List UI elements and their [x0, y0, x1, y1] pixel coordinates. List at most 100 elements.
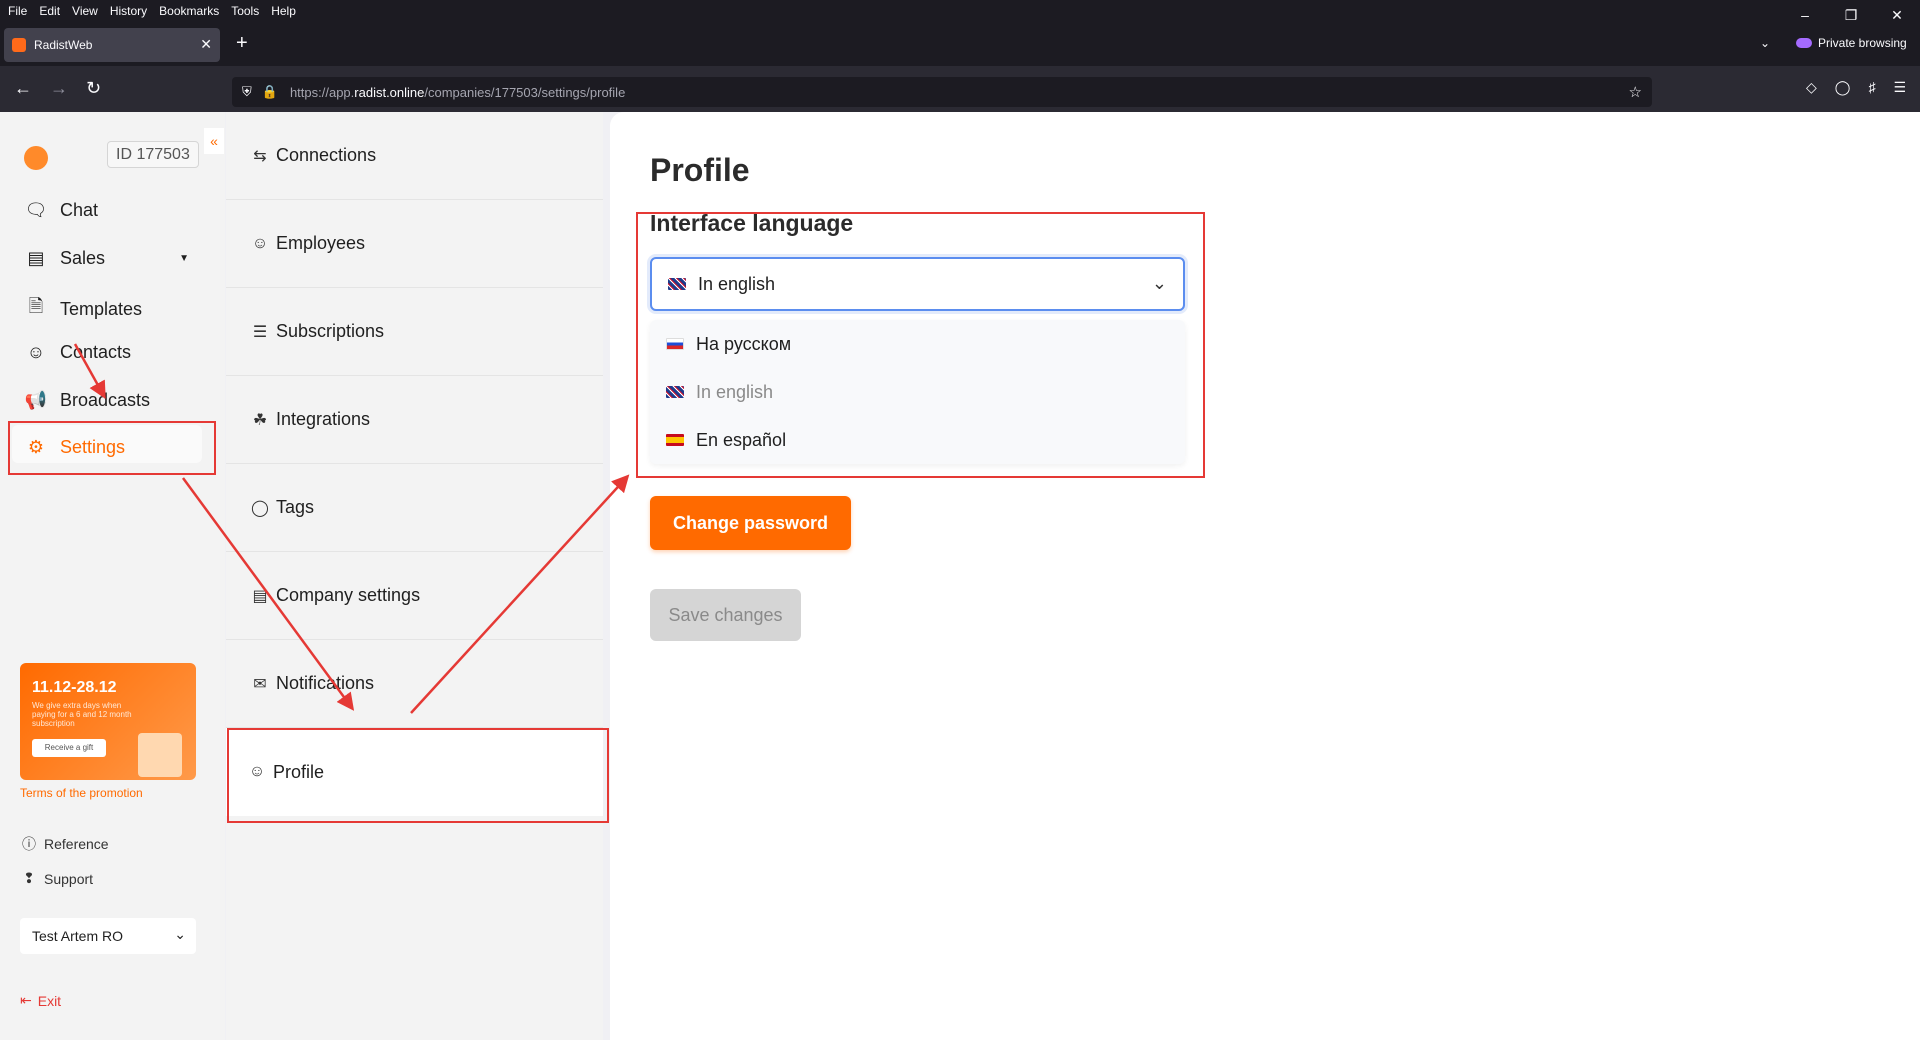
language-select[interactable]: In english ⌄: [650, 257, 1185, 311]
language-option-es[interactable]: En español: [650, 416, 1185, 464]
settings-item-notifications[interactable]: ✉ Notifications: [226, 640, 603, 728]
caret-down-icon[interactable]: ▼: [179, 253, 189, 264]
support-label: Support: [44, 870, 94, 887]
sidebar-item-label: Templates: [60, 298, 143, 319]
sidebar-item-chat[interactable]: 🗨 Chat: [24, 200, 98, 221]
settings-item-label: Integrations: [276, 409, 371, 429]
reload-icon[interactable]: ↻: [86, 78, 101, 99]
megaphone-icon: 📢: [24, 390, 48, 410]
promo-date: 11.12-28.12: [32, 679, 117, 696]
language-dropdown: На русском In english En español: [650, 320, 1185, 464]
language-option-label: На русском: [696, 333, 792, 354]
chevron-down-icon: ⌄: [1151, 273, 1167, 293]
url-path: /companies/177503/settings/profile: [424, 84, 626, 100]
url-text: https://app.radist.online/companies/1775…: [290, 85, 625, 100]
language-option-en[interactable]: In english: [650, 368, 1185, 416]
page-title: Profile: [650, 152, 750, 188]
interface-language-label: Interface language: [650, 210, 854, 236]
toolbar-icons: ◇ ◯ ♯ ☰: [1806, 79, 1906, 96]
language-option-ru[interactable]: На русском: [650, 320, 1185, 368]
sidebar-item-label: Settings: [60, 437, 126, 457]
lock-icon[interactable]: 🔒: [262, 84, 278, 100]
extensions-icon[interactable]: ♯: [1868, 79, 1875, 96]
app-logo[interactable]: [24, 146, 48, 170]
collapse-sidebar-icon[interactable]: «: [204, 128, 224, 154]
app-sidebar: ID 177503 « 🗨 Chat ▤ Sales ▼ 🗎 Templates…: [0, 112, 225, 1040]
menu-bookmarks[interactable]: Bookmarks: [159, 4, 219, 18]
shield-icon[interactable]: ⛨: [242, 84, 252, 100]
private-mask-icon: [1796, 38, 1812, 48]
private-browsing-label: Private browsing: [1818, 36, 1907, 50]
promo-banner[interactable]: 11.12-28.12 We give extra days when payi…: [20, 663, 196, 780]
briefcase-icon: ▤: [252, 587, 268, 605]
es-flag-icon: [666, 434, 684, 446]
users-icon: ☺: [251, 234, 269, 252]
language-select-value: In english: [698, 273, 776, 294]
subscriptions-icon: ☰: [252, 323, 268, 341]
sidebar-item-label: Contacts: [60, 342, 132, 362]
settings-item-label: Employees: [276, 233, 366, 253]
settings-item-profile[interactable]: ☺ Profile: [226, 728, 603, 816]
bookmark-star-icon[interactable]: ☆: [1629, 83, 1642, 101]
profile-icon: ☺: [248, 763, 266, 780]
url-bar[interactable]: ⛨ 🔒 https://app.radist.online/companies/…: [232, 77, 1652, 107]
settings-item-connections[interactable]: ⇆ Connections: [226, 112, 603, 200]
save-changes-button[interactable]: Save changes: [650, 589, 801, 641]
settings-item-subscriptions[interactable]: ☰ Subscriptions: [226, 288, 603, 376]
sidebar-item-label: Chat: [60, 200, 99, 220]
receive-gift-button[interactable]: Receive a gift: [32, 739, 106, 757]
settings-item-tags[interactable]: ◯ Tags: [226, 464, 603, 552]
settings-item-employees[interactable]: ☺ Employees: [226, 200, 603, 288]
reference-link[interactable]: ⓘ Reference: [20, 834, 109, 854]
settings-item-label: Notifications: [276, 673, 375, 693]
settings-item-label: Profile: [273, 761, 325, 782]
app-menu-icon[interactable]: ☰: [1893, 79, 1906, 96]
document-icon: 🗎: [28, 296, 44, 316]
settings-item-company-settings[interactable]: ▤ Company settings: [226, 552, 603, 640]
mail-icon: ✉: [253, 675, 267, 693]
new-tab-icon[interactable]: +: [236, 32, 248, 55]
settings-item-label: Tags: [276, 497, 315, 517]
lifebuoy-icon: ❢: [23, 870, 35, 886]
settings-item-label: Connections: [276, 145, 377, 165]
menu-edit[interactable]: Edit: [39, 4, 60, 18]
menu-help[interactable]: Help: [271, 4, 296, 18]
browser-tab[interactable]: RadistWeb ✕: [4, 28, 220, 62]
promo-text: We give extra days when paying for a 6 a…: [32, 701, 132, 728]
tab-bar: RadistWeb ✕ + ⌄ Private browsing: [0, 22, 1920, 66]
sidebar-item-settings[interactable]: ⚙ Settings: [24, 437, 125, 458]
user-selector[interactable]: Test Artem RO ⌄: [20, 918, 196, 954]
favicon-icon: [12, 38, 26, 52]
tab-title: RadistWeb: [34, 38, 93, 52]
store-icon: ▤: [27, 248, 45, 268]
settings-item-label: Company settings: [276, 585, 421, 605]
tag-icon: ◯: [251, 499, 269, 517]
menu-view[interactable]: View: [72, 4, 98, 18]
sidebar-item-label: Sales: [60, 248, 106, 268]
info-icon: ⓘ: [22, 836, 36, 852]
promo-terms-link[interactable]: Terms of the promotion: [20, 786, 143, 800]
menu-tools[interactable]: Tools: [231, 4, 259, 18]
sidebar-item-templates[interactable]: 🗎 Templates: [24, 294, 142, 324]
swap-icon: ⇆: [253, 147, 267, 165]
chat-icon: 🗨: [24, 200, 48, 220]
pocket-icon[interactable]: ◇: [1806, 79, 1817, 96]
sidebar-item-sales[interactable]: ▤ Sales ▼: [24, 248, 189, 269]
change-password-button[interactable]: Change password: [650, 496, 851, 550]
account-icon[interactable]: ◯: [1835, 79, 1851, 96]
tab-list-chevron-icon[interactable]: ⌄: [1760, 36, 1770, 50]
back-icon[interactable]: ←: [14, 78, 32, 99]
support-link[interactable]: ❢ Support: [20, 870, 93, 887]
forward-icon[interactable]: →: [50, 78, 68, 99]
menu-history[interactable]: History: [110, 4, 147, 18]
close-tab-icon[interactable]: ✕: [200, 36, 212, 53]
settings-item-integrations[interactable]: ☘ Integrations: [226, 376, 603, 464]
exit-icon: ⇤: [20, 992, 32, 1008]
sidebar-item-contacts[interactable]: ☺ Contacts: [24, 342, 131, 363]
sidebar-item-label: Broadcasts: [60, 390, 151, 410]
menu-file[interactable]: File: [8, 4, 27, 18]
language-option-label: In english: [696, 381, 774, 402]
sidebar-item-broadcasts[interactable]: 📢 Broadcasts: [24, 390, 150, 411]
browser-menubar: File Edit View History Bookmarks Tools H…: [0, 0, 1920, 22]
exit-link[interactable]: ⇤ Exit: [20, 992, 61, 1009]
